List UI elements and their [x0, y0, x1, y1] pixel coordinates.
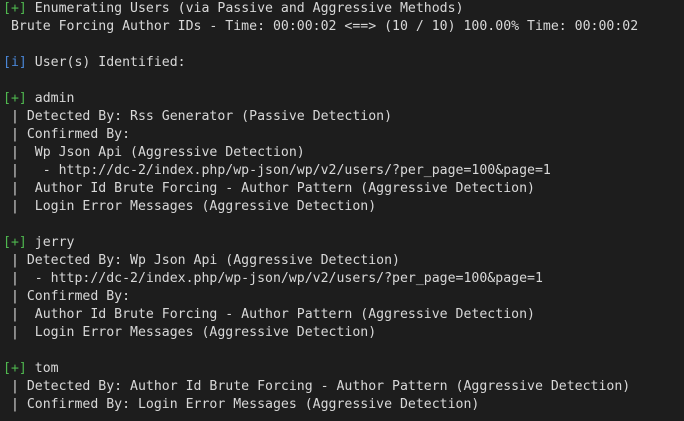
terminal-line: [+] Enumerating Users (via Passive and A…: [3, 0, 684, 18]
line-text: User(s) Identified:: [26, 55, 186, 70]
info-tag: [i]: [3, 55, 27, 70]
line-text: | Login Error Messages (Aggressive Detec…: [3, 199, 377, 214]
terminal-line: | Author Id Brute Forcing - Author Patte…: [3, 180, 684, 198]
terminal-line: | Confirmed By:: [3, 126, 684, 144]
terminal-line: | Wp Json Api (Aggressive Detection): [3, 144, 684, 162]
terminal-line: | Confirmed By: Login Error Messages (Ag…: [3, 396, 684, 414]
terminal-line: | Detected By: Rss Generator (Passive De…: [3, 108, 684, 126]
line-text: | Confirmed By:: [3, 289, 131, 304]
success-tag: [+]: [3, 1, 27, 16]
terminal-line: [i] User(s) Identified:: [3, 54, 684, 72]
terminal-line: [+] admin: [3, 90, 684, 108]
line-text: | - http://dc-2/index.php/wp-json/wp/v2/…: [3, 271, 543, 286]
line-text: | Wp Json Api (Aggressive Detection): [3, 145, 305, 160]
line-text: | Login Error Messages (Aggressive Detec…: [3, 325, 377, 340]
terminal-line: [+] tom: [3, 360, 684, 378]
terminal-line: | Login Error Messages (Aggressive Detec…: [3, 198, 684, 216]
terminal-line: | Author Id Brute Forcing - Author Patte…: [3, 306, 684, 324]
line-text: Enumerating Users (via Passive and Aggre…: [26, 1, 464, 16]
terminal-line: Brute Forcing Author IDs - Time: 00:00:0…: [3, 18, 684, 36]
terminal-window[interactable]: [+] Enumerating Users (via Passive and A…: [0, 0, 684, 421]
terminal-line: | Login Error Messages (Aggressive Detec…: [3, 324, 684, 342]
line-text: jerry: [26, 235, 75, 250]
line-text: Brute Forcing Author IDs - Time: 00:00:0…: [3, 19, 639, 34]
line-text: | - http://dc-2/index.php/wp-json/wp/v2/…: [3, 163, 551, 178]
terminal-line: | Detected By: Author Id Brute Forcing -…: [3, 378, 684, 396]
line-text: admin: [26, 91, 75, 106]
terminal-line: | Confirmed By:: [3, 288, 684, 306]
line-text: | Detected By: Rss Generator (Passive De…: [3, 109, 393, 124]
terminal-line: | - http://dc-2/index.php/wp-json/wp/v2/…: [3, 162, 684, 180]
line-text: | Detected By: Author Id Brute Forcing -…: [3, 379, 631, 394]
line-text: | Author Id Brute Forcing - Author Patte…: [3, 307, 535, 322]
terminal-line: [+] jerry: [3, 234, 684, 252]
success-tag: [+]: [3, 235, 27, 250]
success-tag: [+]: [3, 361, 27, 376]
line-text: tom: [26, 361, 59, 376]
terminal-output: [+] Enumerating Users (via Passive and A…: [3, 0, 684, 414]
line-text: | Confirmed By: Login Error Messages (Ag…: [3, 397, 480, 412]
terminal-line: | Detected By: Wp Json Api (Aggressive D…: [3, 252, 684, 270]
line-text: | Author Id Brute Forcing - Author Patte…: [3, 181, 535, 196]
success-tag: [+]: [3, 91, 27, 106]
terminal-line: | - http://dc-2/index.php/wp-json/wp/v2/…: [3, 270, 684, 288]
line-text: | Detected By: Wp Json Api (Aggressive D…: [3, 253, 400, 268]
line-text: | Confirmed By:: [3, 127, 131, 142]
